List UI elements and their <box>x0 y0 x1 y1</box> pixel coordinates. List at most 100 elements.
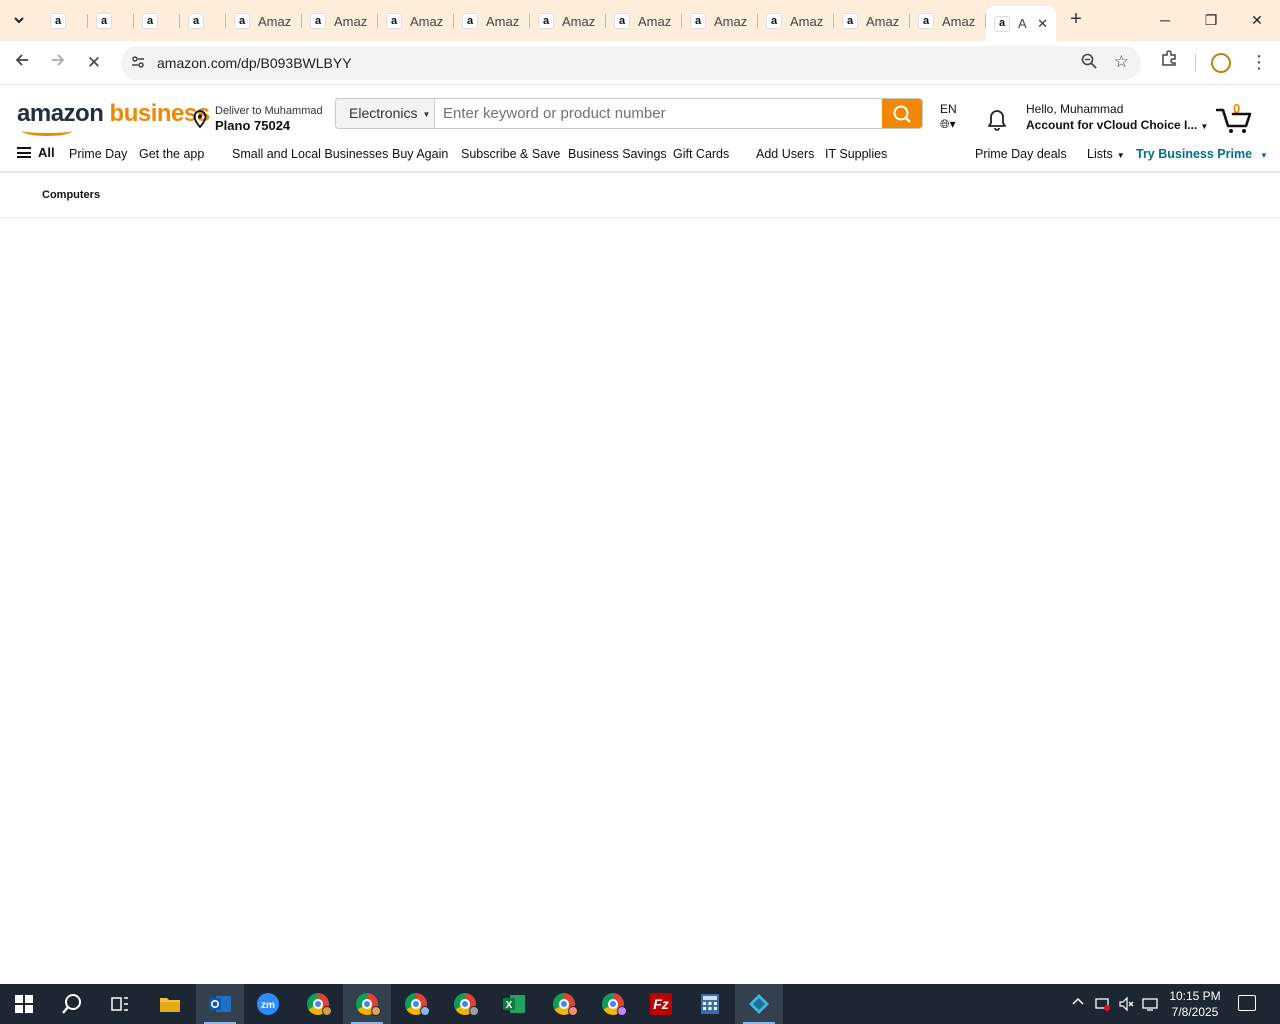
nav-prime-day-deals[interactable]: Prime Day deals <box>975 147 1067 161</box>
zoom-icon[interactable] <box>1081 53 1097 73</box>
chrome-profile-w-icon[interactable] <box>294 984 342 1024</box>
minimize-icon[interactable]: ─ <box>1142 0 1188 40</box>
forward-arrow-icon[interactable] <box>44 49 72 77</box>
app-diamond-icon[interactable] <box>735 984 783 1024</box>
tab-title: Amaz <box>334 13 368 29</box>
cart-button[interactable]: 0 <box>1216 101 1256 134</box>
action-center-icon[interactable] <box>1238 995 1256 1011</box>
nav-lists[interactable]: Lists ▼ <box>1087 147 1125 161</box>
caret-down-icon: ▼ <box>422 109 431 119</box>
search-input[interactable] <box>436 99 883 128</box>
notifications-bell-icon[interactable] <box>985 106 1009 132</box>
system-clock[interactable]: 10:15 PM 7/8/2025 <box>1164 988 1226 1020</box>
svg-text:X: X <box>506 1000 513 1011</box>
browser-tab[interactable]: a Amaz <box>530 6 606 36</box>
volume-muted-icon[interactable] <box>1118 996 1134 1015</box>
amazon-favicon-icon: a <box>690 13 706 29</box>
chrome-profile-active-icon[interactable] <box>343 984 391 1024</box>
toolbar-divider <box>1195 54 1196 72</box>
browser-tab[interactable]: a <box>42 6 88 36</box>
nav-add-users[interactable]: Add Users <box>756 147 814 161</box>
amazon-favicon-icon: a <box>842 13 858 29</box>
url-text: amazon.com/dp/B093BWLBYY <box>157 55 352 71</box>
subnav-computers[interactable]: Computers <box>42 189 100 201</box>
chrome-profile-3-icon[interactable] <box>392 984 440 1024</box>
extensions-puzzle-icon[interactable] <box>1156 49 1182 75</box>
zoom-app-icon[interactable]: zm <box>244 984 292 1024</box>
address-bar[interactable]: amazon.com/dp/B093BWLBYY ☆ <box>121 46 1141 80</box>
nav-gift-cards[interactable]: Gift Cards <box>673 147 729 161</box>
bookmark-star-icon[interactable]: ☆ <box>1114 52 1129 72</box>
browser-tab[interactable]: a Amaz <box>910 6 986 36</box>
taskbar-search-icon[interactable] <box>48 984 96 1024</box>
tab-active[interactable]: a A ✕ <box>986 6 1056 41</box>
chrome-profile-5-icon[interactable] <box>540 984 588 1024</box>
globe-icon: 🌐︎▾ <box>940 117 956 131</box>
browser-tab[interactable]: a <box>88 6 134 36</box>
account-menu[interactable]: Hello, Muhammad Account for vCloud Choic… <box>1026 102 1208 132</box>
logo-smile-icon <box>22 126 72 136</box>
clock-date: 7/8/2025 <box>1171 1005 1219 1019</box>
tab-search-chevron-icon[interactable] <box>6 7 32 33</box>
search-category-select[interactable]: Electronics ▼ <box>336 99 435 128</box>
browser-tab[interactable]: a Amaz <box>302 6 378 36</box>
chrome-profile-4-icon[interactable] <box>441 984 489 1024</box>
restore-icon[interactable]: ❐ <box>1188 0 1234 40</box>
nav-business-savings[interactable]: Business Savings <box>568 147 667 161</box>
search-button[interactable] <box>882 99 922 128</box>
nav-get-the-app[interactable]: Get the app <box>139 147 204 161</box>
new-tab-plus-icon[interactable]: + <box>1064 8 1088 32</box>
nav-try-business-prime[interactable]: Try Business Prime ▼ <box>1136 147 1268 161</box>
show-hidden-icons-chevron-icon[interactable] <box>1072 996 1084 1011</box>
calculator-icon[interactable] <box>686 984 734 1024</box>
tab-title: Amaz <box>866 13 900 29</box>
amazon-favicon-icon: a <box>50 13 66 29</box>
file-explorer-icon[interactable] <box>146 984 194 1024</box>
nav-subscribe-save[interactable]: Subscribe & Save <box>461 147 560 161</box>
browser-tab[interactable]: a Amaz <box>378 6 454 36</box>
browser-tabstrip: a a a a a Amaz a Amaz a Amaz a Amaz a Amaz a Amaz a Amaz a… <box>0 0 1280 41</box>
browser-tab[interactable]: a Amaz <box>454 6 530 36</box>
caret-down-icon: ▼ <box>1200 122 1209 131</box>
outlook-icon[interactable] <box>196 984 244 1024</box>
nav-it-supplies[interactable]: IT Supplies <box>825 147 887 161</box>
browser-tab[interactable]: a Amaz <box>606 6 682 36</box>
browser-menu-icon[interactable]: ⋮ <box>1250 49 1268 75</box>
display-icon[interactable] <box>1142 996 1158 1015</box>
delivery-location: Plano 75024 <box>215 118 291 133</box>
browser-tab[interactable]: a Amaz <box>226 6 302 36</box>
nav-buy-again[interactable]: Buy Again <box>392 147 448 161</box>
chrome-profile-6-icon[interactable] <box>589 984 637 1024</box>
close-window-icon[interactable]: ✕ <box>1234 0 1280 40</box>
excel-icon[interactable]: X <box>490 984 538 1024</box>
task-view-icon[interactable] <box>96 984 144 1024</box>
nav-small-local-businesses[interactable]: Small and Local Businesses <box>232 147 388 161</box>
cart-icon <box>1216 108 1252 133</box>
location-pin-icon <box>193 110 207 129</box>
browser-tab[interactable]: a Amaz <box>682 6 758 36</box>
amazon-business-logo[interactable]: amazon business <box>17 100 210 128</box>
browser-tab[interactable]: a <box>180 6 226 36</box>
profile-avatar-icon[interactable] <box>1211 53 1231 73</box>
site-settings-icon[interactable] <box>129 54 147 72</box>
nav-prime-day[interactable]: Prime Day <box>69 147 127 161</box>
svg-text:zm: zm <box>261 1000 275 1011</box>
close-tab-icon[interactable]: ✕ <box>1037 16 1048 32</box>
nav-all-menu[interactable]: All <box>17 145 55 160</box>
tab-title: Amaz <box>942 13 976 29</box>
browser-tab[interactable]: a <box>134 6 180 36</box>
network-alert-icon[interactable] <box>1095 996 1111 1015</box>
category-subnav: Computers <box>0 174 1280 218</box>
filezilla-icon[interactable]: Fz <box>637 984 685 1024</box>
nav-try-prime-label: Try Business Prime <box>1136 147 1253 161</box>
account-greeting: Hello, Muhammad <box>1026 102 1124 116</box>
amazon-favicon-icon: a <box>188 13 204 29</box>
tab-title: Amaz <box>410 13 444 29</box>
start-windows-icon[interactable] <box>0 984 48 1024</box>
stop-loading-icon[interactable]: ✕ <box>80 49 108 77</box>
back-arrow-icon[interactable] <box>8 49 36 77</box>
browser-tab[interactable]: a Amaz <box>758 6 834 36</box>
browser-tab[interactable]: a Amaz <box>834 6 910 36</box>
language-selector[interactable]: EN 🌐︎▾ <box>940 102 957 132</box>
clock-time: 10:15 PM <box>1169 989 1221 1003</box>
